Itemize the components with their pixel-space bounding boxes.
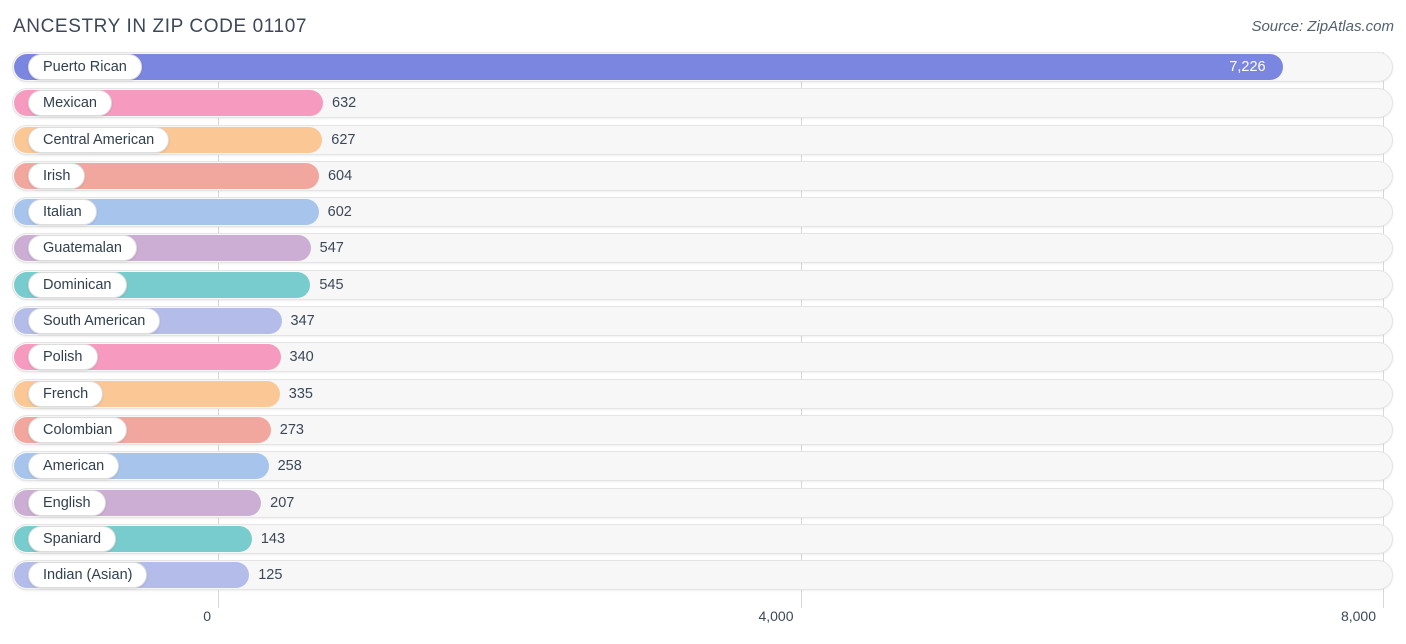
bar-value-label: 273: [279, 421, 304, 438]
bar-label-pill: Indian (Asian): [28, 562, 148, 589]
bar-row[interactable]: Polish 340: [0, 342, 1406, 373]
chart-page: ANCESTRY IN ZIP CODE 01107 Source: ZipAt…: [0, 0, 1406, 644]
bar-value-label: 207: [270, 494, 295, 511]
bar-row[interactable]: South American 347: [0, 306, 1406, 337]
bar-label-pill: Central American: [28, 126, 170, 153]
plot-area: Puerto Rican 7,226 Mexican 632 Central Ameri…: [0, 52, 1406, 608]
bar-value-label: 335: [288, 385, 313, 402]
bar-value-label: 143: [260, 530, 286, 547]
bar-value-label: 347: [290, 313, 315, 330]
bar-row[interactable]: American 258: [0, 451, 1406, 482]
bar-label-text: Guatemalan: [43, 240, 122, 257]
bar-label-text: Mexican: [43, 95, 97, 112]
bar-label-text: English: [43, 494, 91, 511]
bar-row[interactable]: Indian (Asian) 125: [0, 560, 1406, 591]
bar-label-pill: Guatemalan: [28, 235, 137, 262]
bar-label-pill: Polish: [28, 344, 98, 371]
bar-label-pill: French: [28, 380, 104, 407]
bar-value-label: 125: [258, 567, 283, 584]
bar-label-pill: Spaniard: [28, 525, 117, 552]
bar-row[interactable]: Italian 602: [0, 197, 1406, 228]
bar-rows: Puerto Rican 7,226 Mexican 632 Central Ameri…: [0, 52, 1406, 596]
bar-fill: [14, 54, 1284, 80]
bar-label-pill: Colombian: [28, 416, 128, 443]
bar-label-text: South American: [43, 313, 146, 330]
bar-row[interactable]: Central American 627: [0, 124, 1406, 155]
bar-label-text: Polish: [43, 349, 83, 366]
bar-row[interactable]: Puerto Rican 7,226: [0, 52, 1406, 82]
bar-value-label: 7,226: [1229, 59, 1266, 75]
source-attribution: Source: ZipAtlas.com: [1251, 18, 1394, 35]
bar-label-pill: Mexican: [28, 90, 112, 117]
bar-row[interactable]: English 207: [0, 487, 1406, 518]
bar-label-pill: American: [28, 453, 120, 480]
bar-value-label: 627: [331, 131, 356, 148]
axis-tick-label: 4,000: [758, 608, 794, 624]
bar-label-pill: South American: [28, 308, 161, 335]
bar-value-label: 547: [319, 240, 344, 257]
bar-label-text: Colombian: [43, 421, 113, 438]
bar-value-label: 258: [277, 458, 302, 475]
bar-label-pill: Puerto Rican: [28, 54, 142, 80]
bar-row[interactable]: French 335: [0, 378, 1406, 409]
bar-label-text: Spaniard: [43, 530, 102, 547]
bar-row[interactable]: Mexican 632: [0, 88, 1406, 119]
bar-label-text: Puerto Rican: [43, 59, 127, 75]
bar-label-text: Italian: [43, 204, 82, 221]
x-axis: 0 4,000 8,000: [0, 608, 1406, 644]
bar-label-pill: Irish: [28, 162, 86, 189]
axis-tick-label: 0: [203, 608, 211, 624]
bar-label-text: Indian (Asian): [43, 567, 133, 584]
bar-value-label: 340: [289, 349, 314, 366]
bar-value-label: 632: [332, 95, 357, 112]
bar-label-pill: Dominican: [28, 271, 127, 298]
bar-value-label: 604: [327, 167, 353, 184]
bar-label-text: Dominican: [43, 276, 112, 293]
bar-label-pill: English: [28, 489, 106, 516]
bar-row[interactable]: Guatemalan 547: [0, 233, 1406, 264]
bar-row[interactable]: Colombian 273: [0, 414, 1406, 445]
bar-label-text: American: [43, 458, 105, 475]
bar-row[interactable]: Irish 604: [0, 160, 1406, 191]
bar-row[interactable]: Spaniard 143: [0, 523, 1406, 554]
bar-row[interactable]: Dominican 545: [0, 269, 1406, 300]
bar-label-text: Irish: [43, 167, 71, 184]
bar-value-label: 545: [319, 276, 344, 293]
bar-value-label: 602: [327, 204, 352, 221]
page-title: ANCESTRY IN ZIP CODE 01107: [13, 16, 308, 37]
bar-label-text: Central American: [43, 131, 155, 148]
axis-tick-label: 8,000: [1340, 608, 1376, 624]
bar-label-text: French: [43, 385, 89, 402]
bar-label-pill: Italian: [28, 199, 97, 226]
